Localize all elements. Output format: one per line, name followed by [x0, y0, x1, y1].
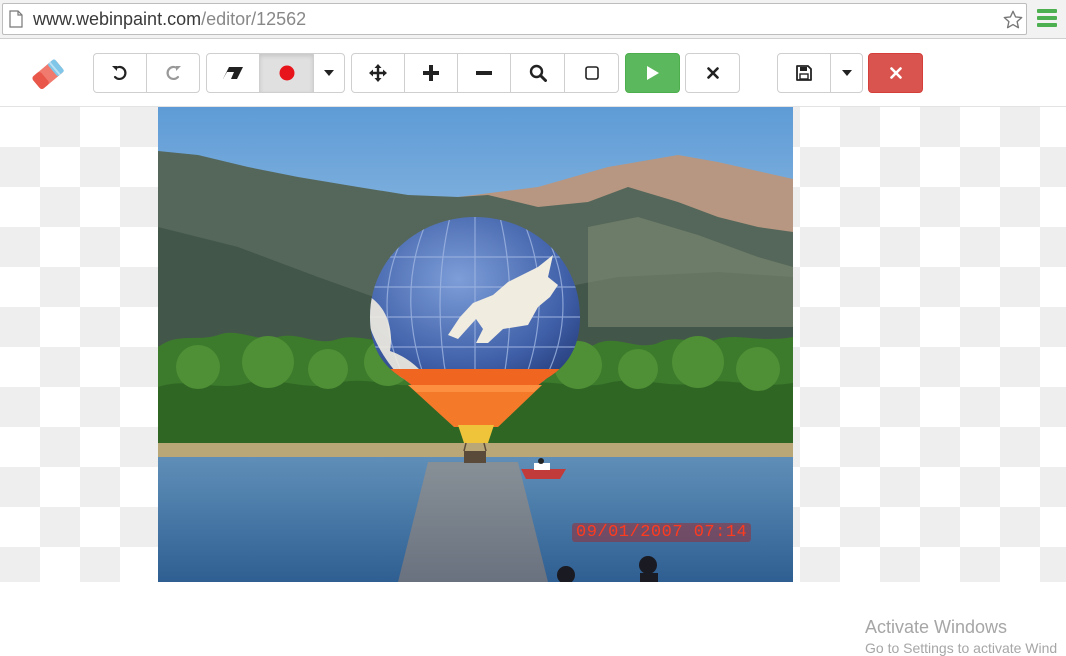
marker-tool-button[interactable] [259, 53, 314, 93]
zoom-in-button[interactable] [404, 53, 458, 93]
url-host: www.webinpaint.com [33, 9, 202, 29]
marker-options-dropdown[interactable] [313, 53, 345, 93]
floppy-disk-icon [796, 65, 812, 81]
eraser-logo-icon [32, 59, 64, 89]
url-field[interactable]: www.webinpaint.com/editor/12562 [2, 3, 1027, 35]
eraser-tool-button[interactable] [206, 53, 260, 93]
close-icon [889, 67, 902, 79]
bookmark-star-icon[interactable] [1002, 9, 1024, 31]
browser-address-bar: www.webinpaint.com/editor/12562 [0, 0, 1066, 39]
zoom-out-button[interactable] [457, 53, 511, 93]
move-button[interactable] [351, 53, 405, 93]
transparency-canvas[interactable]: Activate Windows Go to Settings to activ… [0, 107, 1066, 656]
editor-toolbar [0, 39, 1066, 107]
close-editor-button[interactable] [868, 53, 923, 93]
caret-down-icon [324, 70, 334, 76]
browser-menu-icon[interactable] [1037, 9, 1057, 27]
save-options-dropdown[interactable] [830, 53, 863, 93]
watermark-title: Activate Windows [865, 617, 1008, 637]
undo-icon [112, 65, 127, 80]
close-icon [706, 67, 719, 79]
zoom-fit-button[interactable] [510, 53, 565, 93]
play-icon [646, 66, 659, 80]
photo-timestamp: 09/01/2007 07:14 [572, 523, 752, 542]
activate-windows-watermark: Activate Windows Go to Settings to activ… [865, 617, 1057, 656]
search-icon [529, 64, 547, 82]
redo-icon [166, 65, 181, 80]
caret-down-icon [841, 70, 852, 76]
square-icon [584, 66, 599, 80]
url-text[interactable]: www.webinpaint.com/editor/12562 [33, 9, 306, 30]
balloon-photo[interactable] [158, 107, 793, 582]
clear-button[interactable] [685, 53, 740, 93]
plus-icon [423, 65, 439, 81]
select-area-button[interactable] [564, 53, 619, 93]
move-arrows-icon [369, 64, 387, 82]
minus-icon [476, 71, 492, 75]
undo-button[interactable] [93, 53, 147, 93]
watermark-subtitle: Go to Settings to activate Wind [865, 640, 1058, 656]
run-button[interactable] [625, 53, 680, 93]
url-path: /editor/12562 [201, 9, 307, 29]
eraser-icon [223, 67, 243, 79]
redo-button[interactable] [146, 53, 200, 93]
save-button[interactable] [777, 53, 831, 93]
red-dot-icon [279, 65, 294, 81]
page-icon [9, 10, 23, 28]
